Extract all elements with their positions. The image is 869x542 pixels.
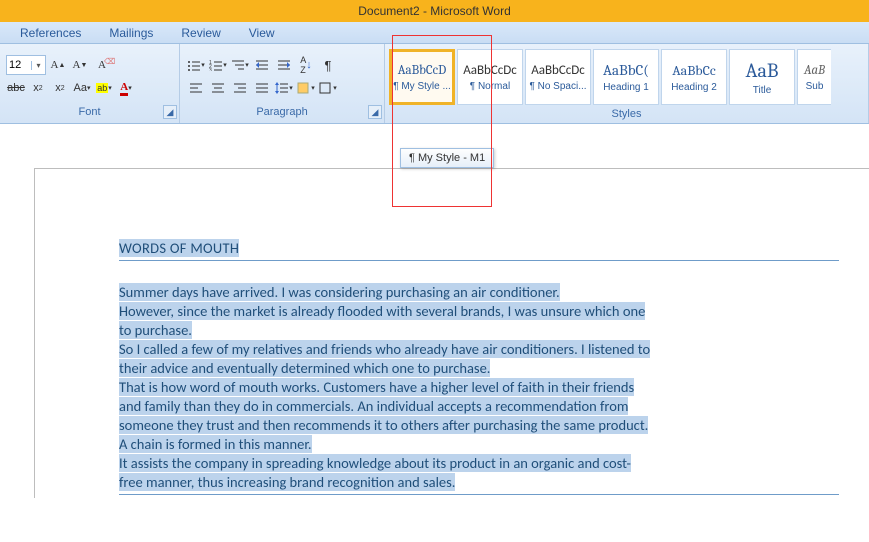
style-my-style[interactable]: AaBbCcD ¶ My Style ... xyxy=(389,49,455,105)
styles-group: AaBbCcD ¶ My Style ... AaBbCcDc ¶ Normal… xyxy=(385,44,869,123)
document-content[interactable]: WORDS OF MOUTH Summer days have arrived.… xyxy=(119,239,839,495)
doc-line[interactable]: That is how word of mouth works. Custome… xyxy=(119,378,634,396)
document-area[interactable]: WORDS OF MOUTH Summer days have arrived.… xyxy=(0,124,869,542)
doc-line[interactable]: their advice and eventually determined w… xyxy=(119,359,490,377)
font-size-combo[interactable]: 12▾ xyxy=(6,55,46,75)
title-underline xyxy=(119,260,839,261)
doc-line[interactable]: to purchase. xyxy=(119,321,192,339)
styles-group-label: Styles xyxy=(385,107,868,123)
doc-line[interactable]: So I called a few of my relatives and fr… xyxy=(119,340,650,358)
style-gallery: AaBbCcD ¶ My Style ... AaBbCcDc ¶ Normal… xyxy=(387,47,833,107)
tab-mailings[interactable]: Mailings xyxy=(109,26,153,40)
doc-line[interactable]: It assists the company in spreading know… xyxy=(119,454,631,472)
paragraph-group: ▾ 123▾ ▾ AZ↓ ¶ ▾ ▾ ▾ xyxy=(180,44,385,123)
style-tooltip: ¶ My Style - M1 xyxy=(400,148,494,168)
tab-view[interactable]: View xyxy=(249,26,275,40)
increase-indent-button[interactable] xyxy=(274,55,294,75)
align-left-button[interactable] xyxy=(186,78,206,98)
multilevel-list-button[interactable]: ▾ xyxy=(230,55,250,75)
font-dialog-launcher[interactable]: ◢ xyxy=(163,105,177,119)
font-color-button[interactable]: A▾ xyxy=(116,78,136,98)
paragraph-group-label: Paragraph ◢ xyxy=(180,105,384,123)
show-hide-button[interactable]: ¶ xyxy=(318,55,338,75)
clear-formatting-button[interactable]: A⌫ xyxy=(92,55,112,75)
style-heading-2[interactable]: AaBbCc Heading 2 xyxy=(661,49,727,105)
style-title[interactable]: AaB Title xyxy=(729,49,795,105)
svg-text:3: 3 xyxy=(209,68,212,71)
style-heading-1[interactable]: AaBbC( Heading 1 xyxy=(593,49,659,105)
numbering-button[interactable]: 123▾ xyxy=(208,55,228,75)
bullets-button[interactable]: ▾ xyxy=(186,55,206,75)
style-subtitle[interactable]: AaB Sub xyxy=(797,49,831,105)
decrease-indent-button[interactable] xyxy=(252,55,272,75)
chevron-down-icon: ▾ xyxy=(31,61,45,70)
strikethrough-button[interactable]: abc xyxy=(6,78,26,98)
ribbon: 12▾ A▲ A▼ A⌫ abc x2 x2 Aa▾ ab▾ A▾ Font ◢ xyxy=(0,44,869,124)
ribbon-tabs: References Mailings Review View xyxy=(0,22,869,44)
font-group: 12▾ A▲ A▼ A⌫ abc x2 x2 Aa▾ ab▾ A▾ Font ◢ xyxy=(0,44,180,123)
doc-line[interactable]: A chain is formed in this manner. xyxy=(119,435,312,453)
style-no-spacing[interactable]: AaBbCcDc ¶ No Spaci... xyxy=(525,49,591,105)
bottom-underline xyxy=(119,494,839,495)
doc-line[interactable]: Summer days have arrived. I was consider… xyxy=(119,283,560,301)
subscript-button[interactable]: x2 xyxy=(28,78,48,98)
align-center-button[interactable] xyxy=(208,78,228,98)
borders-button[interactable]: ▾ xyxy=(318,78,338,98)
doc-line[interactable]: someone they trust and then recommends i… xyxy=(119,416,648,434)
shading-button[interactable]: ▾ xyxy=(296,78,316,98)
highlight-button[interactable]: ab▾ xyxy=(94,78,114,98)
tab-references[interactable]: References xyxy=(20,26,81,40)
superscript-button[interactable]: x2 xyxy=(50,78,70,98)
justify-button[interactable] xyxy=(252,78,272,98)
sort-button[interactable]: AZ↓ xyxy=(296,55,316,75)
align-right-button[interactable] xyxy=(230,78,250,98)
doc-title[interactable]: WORDS OF MOUTH xyxy=(119,239,239,257)
font-group-label: Font ◢ xyxy=(0,105,179,123)
style-normal[interactable]: AaBbCcDc ¶ Normal xyxy=(457,49,523,105)
change-case-button[interactable]: Aa▾ xyxy=(72,78,92,98)
document-page[interactable]: WORDS OF MOUTH Summer days have arrived.… xyxy=(34,168,869,498)
doc-line[interactable]: and family than they do in commercials. … xyxy=(119,397,628,415)
tab-review[interactable]: Review xyxy=(181,26,220,40)
line-spacing-button[interactable]: ▾ xyxy=(274,78,294,98)
shrink-font-button[interactable]: A▼ xyxy=(70,55,90,75)
grow-font-button[interactable]: A▲ xyxy=(48,55,68,75)
paragraph-dialog-launcher[interactable]: ◢ xyxy=(368,105,382,119)
window-title: Document2 - Microsoft Word xyxy=(358,4,511,18)
doc-line[interactable]: However, since the market is already flo… xyxy=(119,302,645,320)
doc-line[interactable]: free manner, thus increasing brand recog… xyxy=(119,473,455,491)
window-title-bar: Document2 - Microsoft Word xyxy=(0,0,869,22)
